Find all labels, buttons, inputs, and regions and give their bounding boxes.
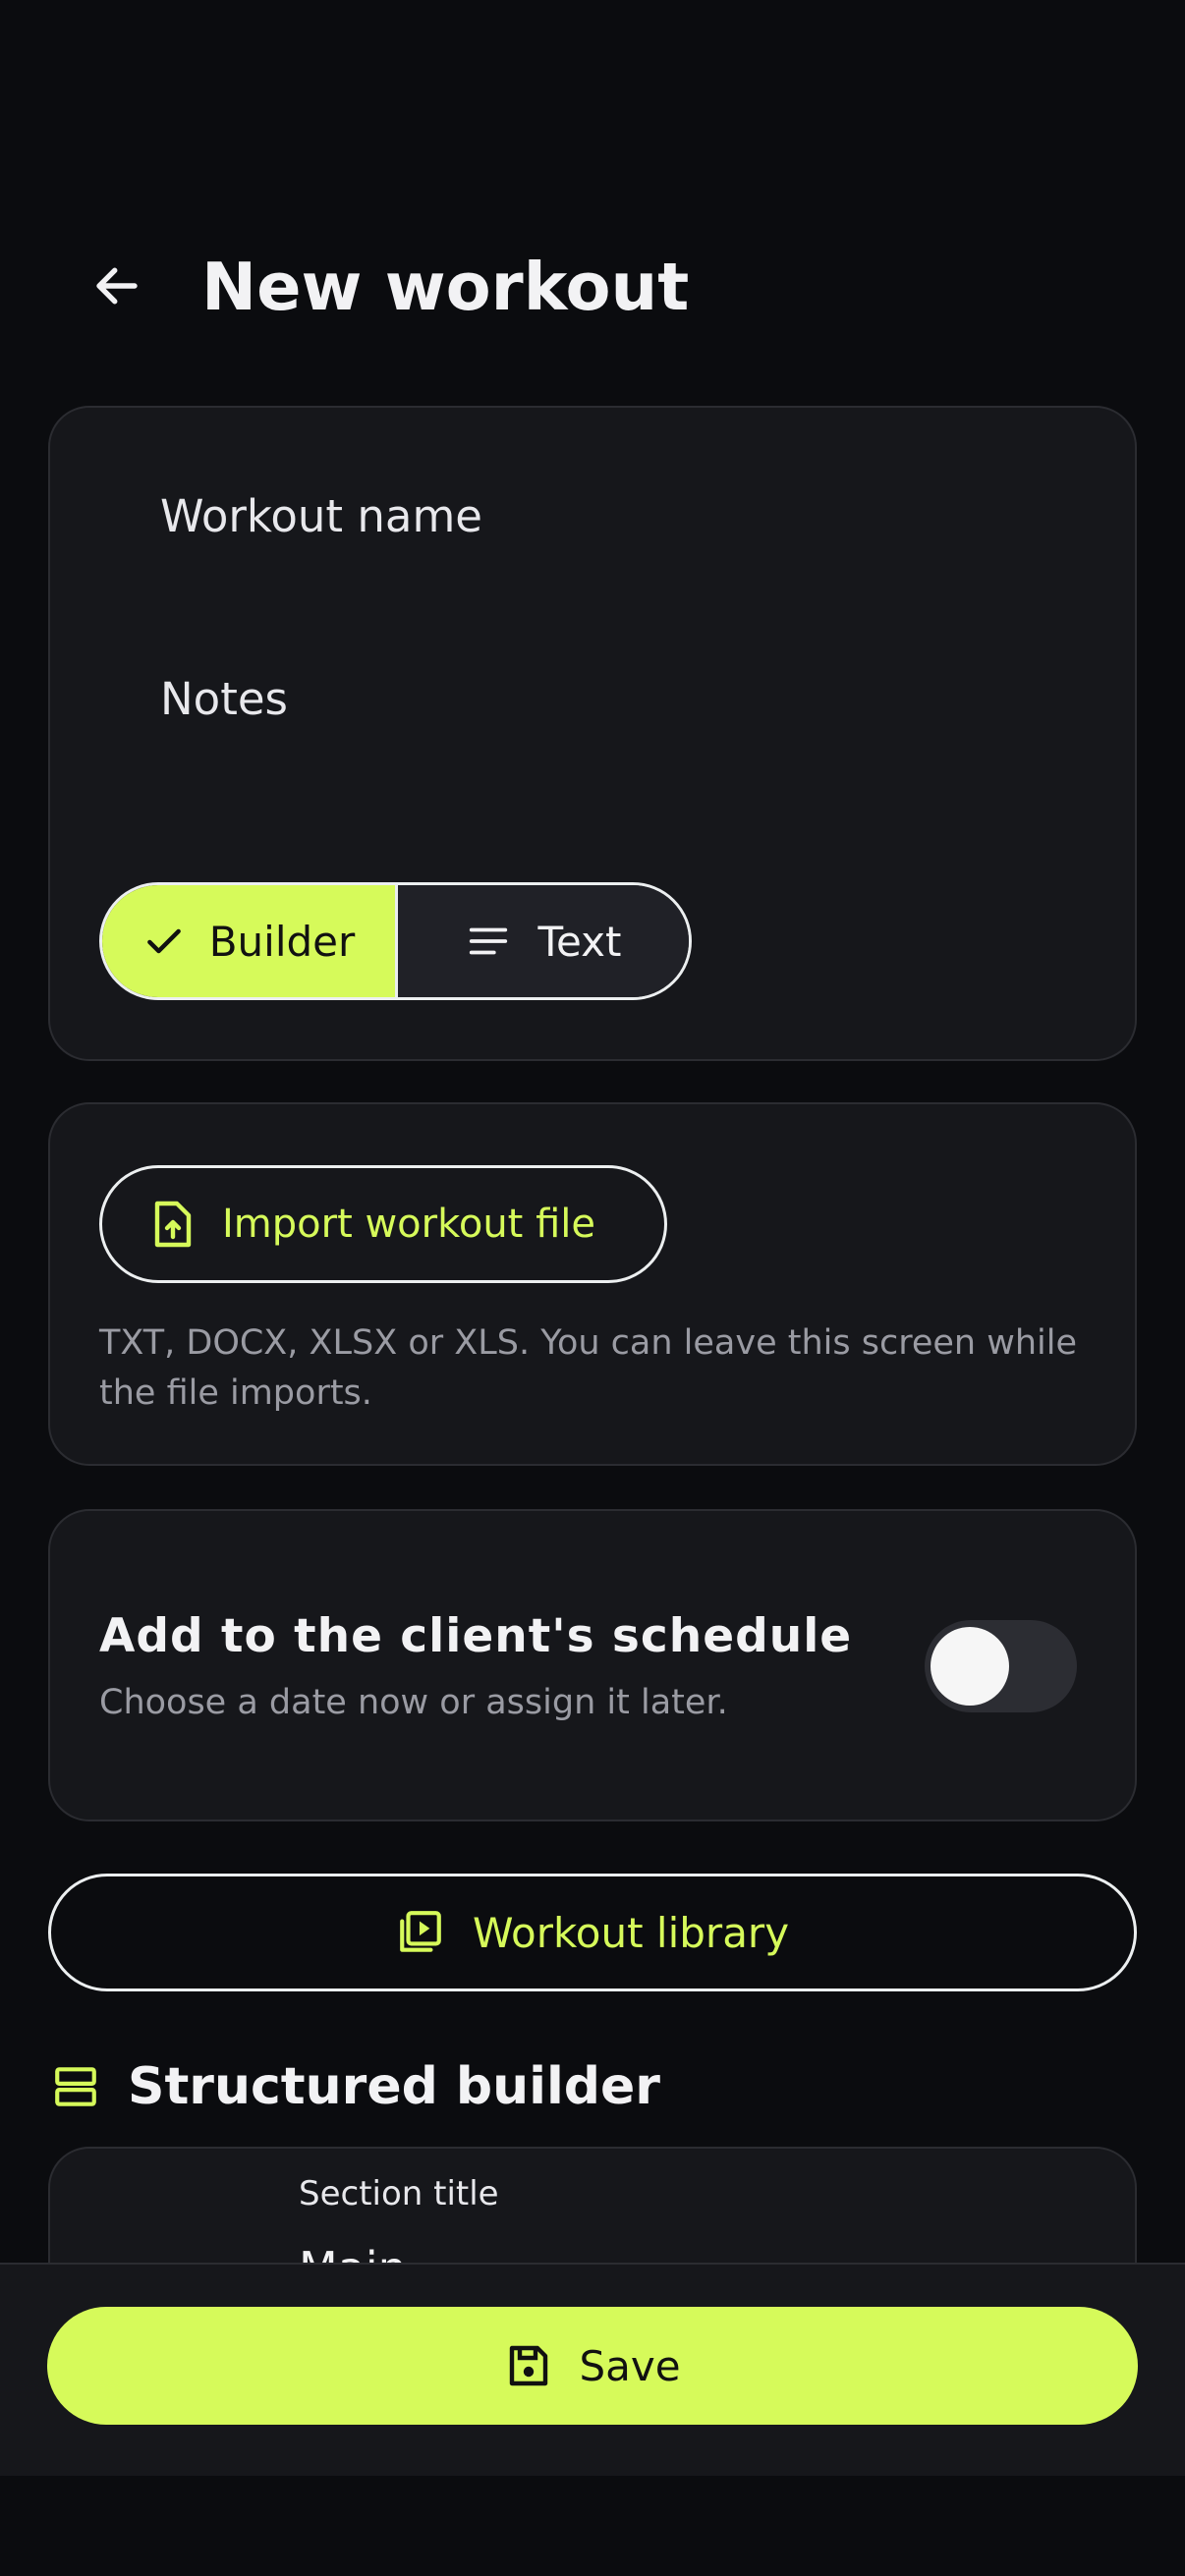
- library-icon: [400, 1911, 441, 1952]
- save-button[interactable]: Save: [47, 2307, 1138, 2425]
- save-label: Save: [579, 2341, 681, 2390]
- notes-placeholder: Notes: [160, 673, 288, 725]
- schedule-card: Add to the client's schedule Choose a da…: [48, 1509, 1137, 1821]
- check-icon: [146, 928, 181, 954]
- footer-bar: Save: [0, 2263, 1185, 2476]
- mode-builder-label: Builder: [208, 917, 356, 966]
- import-workout-file-button[interactable]: Import workout file: [99, 1165, 667, 1283]
- workout-details-card: Workout name Notes Builder Text: [48, 406, 1137, 1061]
- text-lines-icon: [469, 927, 507, 955]
- workout-library-button[interactable]: Workout library: [48, 1874, 1137, 1991]
- save-icon: [510, 2345, 548, 2386]
- notes-field[interactable]: Notes: [99, 673, 1082, 791]
- file-upload-icon: [154, 1201, 192, 1248]
- mode-text-label: Text: [537, 917, 622, 966]
- structured-builder-title: Structured builder: [128, 2057, 660, 2116]
- mode-builder-button[interactable]: Builder: [102, 885, 398, 997]
- sections-icon: [55, 2067, 96, 2106]
- import-card: Import workout file TXT, DOCX, XLSX or X…: [48, 1102, 1137, 1466]
- workout-library-label: Workout library: [472, 1908, 790, 1957]
- arrow-left-icon: [96, 267, 138, 305]
- schedule-title: Add to the client's schedule: [99, 1609, 853, 1663]
- section-title-label: Section title: [299, 2174, 499, 2213]
- schedule-switch[interactable]: [925, 1620, 1077, 1712]
- mode-toggle: Builder Text: [99, 882, 692, 1000]
- import-button-label: Import workout file: [222, 1202, 595, 1247]
- structured-builder-heading: Structured builder: [51, 2055, 660, 2118]
- switch-knob: [931, 1627, 1009, 1706]
- mode-text-button[interactable]: Text: [398, 885, 689, 997]
- workout-name-field[interactable]: Workout name: [99, 447, 1082, 565]
- import-hint: TXT, DOCX, XLSX or XLS. You can leave th…: [99, 1323, 1077, 1413]
- page-title: New workout: [201, 249, 690, 325]
- schedule-subtitle: Choose a date now or assign it later.: [99, 1683, 728, 1722]
- back-button[interactable]: [81, 250, 153, 322]
- workout-name-placeholder: Workout name: [160, 490, 482, 542]
